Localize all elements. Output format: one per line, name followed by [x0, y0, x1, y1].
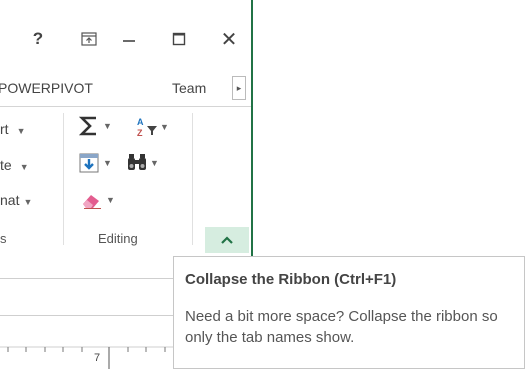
- dropdown-arrow-icon: ▼: [16, 126, 26, 136]
- maximize-button[interactable]: [164, 24, 194, 54]
- format-cells-button[interactable]: nat ▼: [0, 192, 32, 208]
- fill-icon: [79, 153, 99, 173]
- ribbon-display-options-icon: [81, 32, 97, 46]
- autosum-icon: [79, 116, 96, 136]
- svg-text:A: A: [137, 117, 144, 127]
- dropdown-arrow-icon: ▼: [106, 195, 115, 205]
- maximize-icon: [172, 32, 186, 46]
- sort-filter-button[interactable]: AZ ▼: [136, 116, 169, 138]
- chevron-right-icon: ▸: [236, 82, 242, 93]
- clear-button[interactable]: ▼: [80, 191, 115, 209]
- dropdown-arrow-icon: ▼: [160, 122, 169, 132]
- delete-cells-button[interactable]: te ▼: [0, 157, 29, 173]
- cells-group-label: s: [0, 231, 7, 246]
- close-icon: ✕: [220, 28, 238, 51]
- find-select-icon: [128, 154, 146, 170]
- fill-button[interactable]: ▼: [79, 153, 112, 173]
- dropdown-arrow-icon: ▼: [103, 121, 112, 131]
- clear-icon: [83, 195, 101, 209]
- dropdown-arrow-icon: ▼: [19, 162, 29, 172]
- close-button[interactable]: ✕: [213, 24, 245, 54]
- dropdown-arrow-icon: ▼: [150, 158, 159, 168]
- tab-team[interactable]: Team: [172, 80, 206, 96]
- group-separator: [63, 113, 64, 245]
- dropdown-arrow-icon: ▼: [103, 158, 112, 168]
- tooltip-description: Need a bit more space? Collapse the ribb…: [185, 308, 498, 346]
- group-separator: [192, 113, 193, 245]
- title-bar: ? ✕: [0, 0, 251, 72]
- collapse-ribbon-button[interactable]: [205, 227, 249, 253]
- tab-scroll-right-button[interactable]: ▸: [232, 76, 246, 100]
- ribbon-panel: rt ▼ te ▼ nat ▼ s ▼ AZ ▼ ▼ ▼ ▼ Editing: [0, 106, 251, 258]
- help-button[interactable]: ?: [24, 24, 52, 54]
- svg-text:Z: Z: [137, 128, 143, 138]
- minimize-icon: [123, 40, 135, 42]
- minimize-button[interactable]: [114, 24, 144, 54]
- ribbon-tabs: POWERPIVOT Team ▸: [0, 72, 251, 106]
- format-label: nat: [0, 192, 20, 208]
- find-select-button[interactable]: ▼: [126, 153, 159, 173]
- collapse-ribbon-tooltip: Collapse the Ribbon (Ctrl+F1) Need a bit…: [173, 256, 525, 369]
- editing-group-label: Editing: [98, 231, 138, 246]
- delete-label: te: [0, 157, 12, 173]
- insert-cells-button[interactable]: rt ▼: [0, 121, 25, 137]
- ribbon-display-options-button[interactable]: [74, 24, 104, 54]
- dropdown-arrow-icon: ▼: [23, 197, 33, 207]
- insert-label: rt: [0, 121, 9, 137]
- autosum-button[interactable]: ▼: [79, 115, 112, 137]
- tab-powerpivot[interactable]: POWERPIVOT: [0, 80, 93, 96]
- chevron-up-icon: [221, 236, 233, 244]
- tooltip-title: Collapse the Ribbon (Ctrl+F1): [185, 271, 397, 288]
- sort-filter-icon: AZ: [137, 117, 157, 138]
- help-icon: ?: [32, 29, 44, 48]
- ruler-number: 7: [94, 352, 101, 364]
